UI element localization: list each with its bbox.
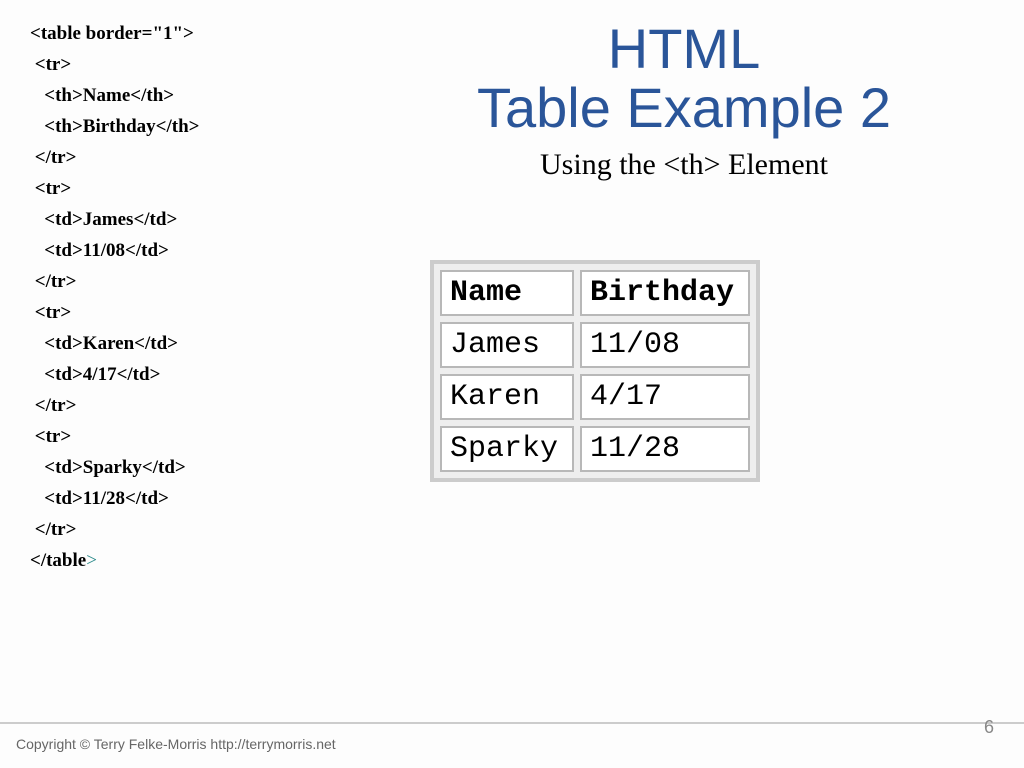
code-line: </tr>	[30, 266, 199, 297]
code-line: <tr>	[30, 421, 199, 452]
table-header-cell: Name	[440, 270, 574, 316]
page-number: 6	[984, 717, 994, 738]
code-line: <td>James</td>	[30, 204, 199, 235]
title-block: HTML Table Example 2 Using the <th> Elem…	[404, 20, 964, 182]
code-block: <table border="1"> <tr> <th>Name</th> <t…	[30, 18, 199, 576]
table-cell: Sparky	[440, 426, 574, 472]
code-line: <th>Name</th>	[30, 80, 199, 111]
code-line: <td>11/28</td>	[30, 483, 199, 514]
table-row: NameBirthday	[440, 270, 750, 316]
slide-subtitle: Using the <th> Element	[404, 148, 964, 182]
table-row: Karen4/17	[440, 374, 750, 420]
code-line: <tr>	[30, 49, 199, 80]
slide-title-line1: HTML	[404, 20, 964, 79]
table-cell: Karen	[440, 374, 574, 420]
table-cell: 11/08	[580, 322, 750, 368]
table-row: James11/08	[440, 322, 750, 368]
slide-title-line2: Table Example 2	[404, 79, 964, 138]
table-cell: 11/28	[580, 426, 750, 472]
code-line: <table border="1">	[30, 18, 199, 49]
code-line: <tr>	[30, 297, 199, 328]
table-row: Sparky11/28	[440, 426, 750, 472]
code-line: <td>4/17</td>	[30, 359, 199, 390]
footer-divider	[0, 722, 1024, 724]
code-line: <tr>	[30, 173, 199, 204]
code-line: <td>Karen</td>	[30, 328, 199, 359]
code-line: <td>Sparky</td>	[30, 452, 199, 483]
code-line: </tr>	[30, 390, 199, 421]
rendered-table-example: NameBirthdayJames11/08Karen4/17Sparky11/…	[430, 260, 760, 482]
code-line: </table>	[30, 545, 199, 576]
code-line: <td>11/08</td>	[30, 235, 199, 266]
table-cell: 4/17	[580, 374, 750, 420]
table-header-cell: Birthday	[580, 270, 750, 316]
code-line: </tr>	[30, 514, 199, 545]
code-line: <th>Birthday</th>	[30, 111, 199, 142]
code-line: </tr>	[30, 142, 199, 173]
copyright-footer: Copyright © Terry Felke-Morris http://te…	[16, 736, 336, 752]
table-cell: James	[440, 322, 574, 368]
